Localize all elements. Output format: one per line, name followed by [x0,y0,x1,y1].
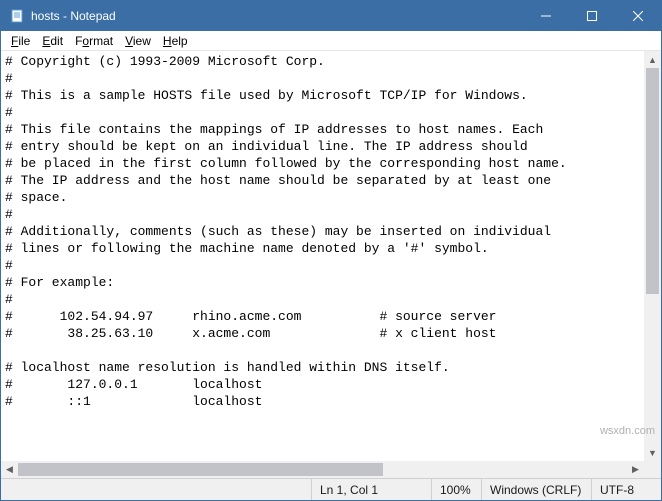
status-line-ending: Windows (CRLF) [481,479,591,500]
maximize-button[interactable] [569,1,615,31]
close-button[interactable] [615,1,661,31]
status-encoding: UTF-8 [591,479,661,500]
menu-help[interactable]: Help [157,33,194,49]
scroll-up-button[interactable]: ▲ [644,51,661,68]
scroll-track-v[interactable] [644,68,661,444]
horizontal-scrollbar[interactable]: ◀ ▶ [1,461,661,478]
scroll-thumb-v[interactable] [646,68,659,294]
notepad-icon [9,8,25,24]
titlebar-left: hosts - Notepad [9,8,116,24]
scroll-thumb-h[interactable] [18,463,383,476]
minimize-button[interactable] [523,1,569,31]
scrollbar-corner [644,461,661,478]
scroll-left-button[interactable]: ◀ [1,461,18,478]
maximize-icon [587,11,597,21]
notepad-window: hosts - Notepad File Edit Format View He… [0,0,662,501]
text-content[interactable]: # Copyright (c) 1993-2009 Microsoft Corp… [1,51,644,461]
menu-view[interactable]: View [119,33,157,49]
scroll-down-button[interactable]: ▼ [644,444,661,461]
status-spacer [1,479,311,500]
close-icon [633,11,643,21]
menu-edit[interactable]: Edit [36,33,69,49]
vertical-scrollbar[interactable]: ▲ ▼ [644,51,661,461]
scroll-right-button[interactable]: ▶ [627,461,644,478]
window-controls [523,1,661,31]
status-position: Ln 1, Col 1 [311,479,431,500]
statusbar: Ln 1, Col 1 100% Windows (CRLF) UTF-8 [1,478,661,500]
minimize-icon [541,11,551,21]
menu-file[interactable]: File [5,33,36,49]
menu-format[interactable]: Format [69,33,119,49]
editor-area: # Copyright (c) 1993-2009 Microsoft Corp… [1,51,661,461]
status-zoom: 100% [431,479,481,500]
menubar: File Edit Format View Help [1,31,661,51]
scroll-track-h[interactable] [18,461,627,478]
titlebar[interactable]: hosts - Notepad [1,1,661,31]
window-title: hosts - Notepad [31,9,116,23]
